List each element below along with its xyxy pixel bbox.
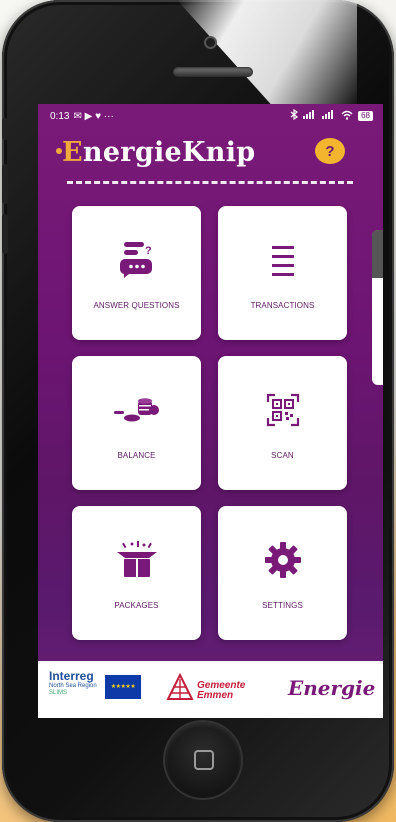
battery-icon: 68: [358, 111, 373, 121]
tile-transactions[interactable]: TRANSACTIONS: [218, 206, 347, 340]
home-square-icon: [194, 750, 214, 770]
list-lines-icon: [271, 246, 294, 276]
interreg-sub: North Sea Region: [49, 683, 97, 689]
app-logo: EnergieKnip: [56, 137, 256, 168]
logo-dot: [56, 148, 62, 154]
tile-settings[interactable]: SETTINGS: [218, 506, 347, 640]
interreg-brand: Interreg: [49, 669, 94, 683]
tile-label: ANSWER QUESTIONS: [93, 301, 180, 310]
sponsor-footer: Interreg North Sea Region SLIMS ★★★★★ Ge…: [38, 661, 383, 718]
phone-volume-up: [2, 164, 8, 204]
tile-label: TRANSACTIONS: [250, 301, 315, 310]
signal-icon-2: [322, 110, 336, 122]
tile-label: PACKAGES: [114, 601, 159, 610]
phone-side-button: [2, 118, 8, 140]
phone-volume-down: [2, 214, 8, 254]
eu-flag-icon: ★★★★★: [105, 675, 141, 699]
tile-label: SCAN: [271, 451, 294, 460]
tile-balance[interactable]: BALANCE: [72, 356, 201, 490]
energie-logo: Energie: [288, 676, 376, 700]
signal-icon: [303, 110, 317, 122]
qr-code-icon: [266, 393, 299, 427]
status-time: 0:13: [50, 110, 70, 122]
gift-box-icon: [116, 541, 157, 577]
tile-packages[interactable]: PACKAGES: [72, 506, 201, 640]
wifi-icon: [341, 110, 353, 123]
front-camera: [206, 38, 215, 47]
tile-label: SETTINGS: [262, 601, 303, 610]
svg-text:?: ?: [145, 245, 152, 257]
tile-label: BALANCE: [117, 451, 156, 460]
tile-scan[interactable]: SCAN: [218, 356, 347, 490]
interreg-sub2: SLIMS: [49, 690, 68, 696]
status-bar: 0:13 ✉ ▶ ♥ ··· 68: [38, 104, 383, 128]
app-screen: 0:13 ✉ ▶ ♥ ··· 68 EnergieKnip ? ? ANSWER…: [38, 104, 383, 718]
help-button[interactable]: ?: [315, 138, 345, 164]
tile-answer-questions[interactable]: ? ANSWER QUESTIONS: [72, 206, 201, 340]
coins-icon: [113, 398, 159, 422]
gemeente-name: Gemeente Emmen: [197, 680, 246, 701]
bluetooth-icon: [290, 108, 299, 123]
phone-frame: 0:13 ✉ ▶ ♥ ··· 68 EnergieKnip ? ? ANSWER…: [2, 0, 394, 822]
logo-rest: nergieKnip: [82, 137, 256, 168]
crest-icon: [166, 673, 194, 700]
status-notification-icons: ✉ ▶ ♥ ···: [73, 110, 114, 122]
header-divider: [67, 181, 353, 184]
home-button[interactable]: [165, 722, 241, 798]
earpiece-speaker: [173, 67, 253, 77]
interreg-logo: Interreg North Sea Region SLIMS: [49, 669, 97, 697]
logo-first-letter: E: [62, 137, 83, 168]
side-scroll-indicator[interactable]: [372, 230, 383, 385]
chat-question-icon: ?: [119, 242, 152, 278]
screen-glare: [177, 0, 357, 110]
gear-icon: [264, 542, 301, 578]
